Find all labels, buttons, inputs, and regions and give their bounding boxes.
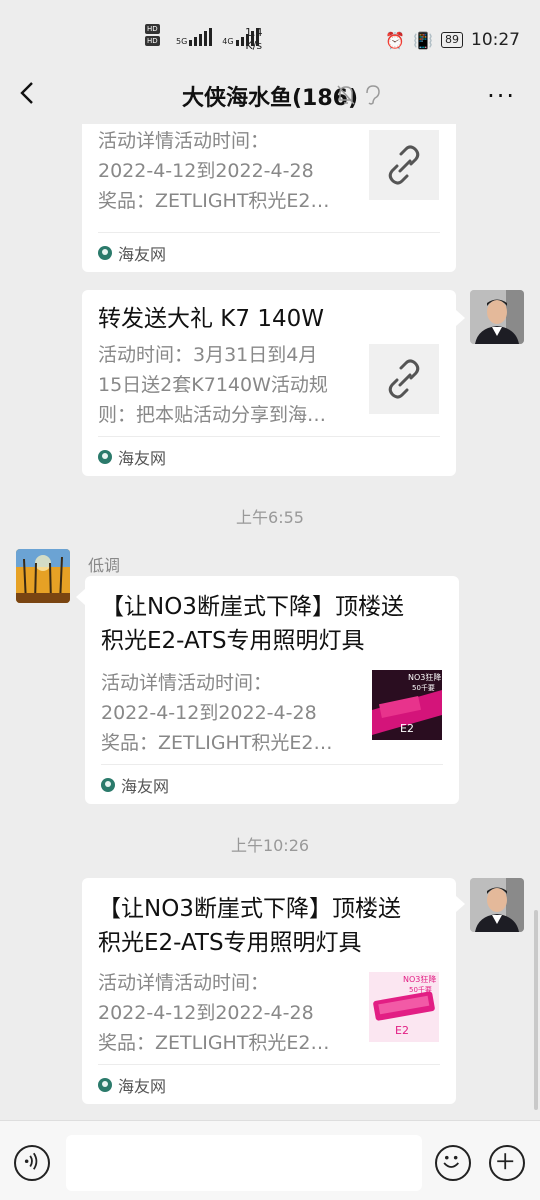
source-logo-icon xyxy=(98,245,112,260)
svg-text:NO3狂降: NO3狂降 xyxy=(408,672,441,682)
avatar[interactable] xyxy=(470,290,524,344)
link-icon xyxy=(388,359,420,399)
chat-title: 大侠海水鱼(186) xyxy=(181,86,359,111)
svg-text:E2: E2 xyxy=(400,722,414,735)
add-attachment-icon[interactable] xyxy=(489,1145,525,1181)
bubble-tail xyxy=(76,589,85,605)
svg-text:NO3狂降: NO3狂降 xyxy=(403,974,436,984)
timestamp: 上午6:55 xyxy=(236,508,304,527)
card-source: 海友网 xyxy=(98,1064,440,1104)
chat-header: 大侠海水鱼(186) ··· xyxy=(0,68,540,122)
more-options-icon[interactable]: ··· xyxy=(487,82,516,110)
card-source: 海友网 xyxy=(101,764,443,804)
vibrate-icon: 📳 xyxy=(413,30,433,50)
clock: 10:27 xyxy=(471,30,520,50)
source-logo-icon xyxy=(98,1077,112,1092)
link-card-message[interactable]: 活动详情活动时间： 2022-4-12到2022-4-28 奖品：ZETLIGH… xyxy=(82,124,456,272)
svg-text:50千要: 50千要 xyxy=(412,683,435,692)
emoji-icon[interactable] xyxy=(435,1145,471,1181)
link-card-message[interactable]: 【让NO3断崖式下降】顶楼送 积光E2-ATS专用照明灯具 活动详情活动时间： … xyxy=(85,576,459,804)
input-bar xyxy=(0,1120,540,1200)
bubble-tail xyxy=(456,310,465,326)
message-list[interactable]: 活动详情活动时间： 2022-4-12到2022-4-28 奖品：ZETLIGH… xyxy=(0,124,540,1120)
avatar[interactable] xyxy=(16,549,70,603)
sender-name: 低调 xyxy=(88,556,121,575)
voice-input-icon[interactable] xyxy=(14,1145,50,1181)
source-logo-icon xyxy=(98,449,112,464)
source-logo-icon xyxy=(101,777,115,792)
network-speed: 1.4 K/s xyxy=(245,26,263,52)
mute-bell-icon xyxy=(337,85,355,105)
avatar[interactable] xyxy=(470,878,524,932)
card-title: 转发送大礼 K7 140W xyxy=(98,306,324,332)
bubble-tail xyxy=(456,896,465,912)
card-source: 海友网 xyxy=(98,436,440,476)
link-thumbnail xyxy=(369,130,439,200)
alarm-icon: ⏰ xyxy=(385,30,406,50)
link-icon xyxy=(388,145,420,185)
promo-thumbnail: NO3狂降 50千要 E2 xyxy=(369,972,439,1042)
promo-thumbnail: NO3狂降 50千要 E2 xyxy=(372,670,442,740)
network-type-1: 5G xyxy=(176,37,188,46)
timestamp: 上午10:26 xyxy=(230,836,310,855)
message-input[interactable] xyxy=(66,1135,422,1191)
earpiece-icon xyxy=(366,85,380,105)
link-card-message[interactable]: 转发送大礼 K7 140W 活动时间：3月31日到4月 15日送2套K7140W… xyxy=(82,290,456,476)
card-source: 海友网 xyxy=(98,232,440,272)
hd-indicator: HD HD xyxy=(145,24,160,46)
battery-indicator: 89 xyxy=(441,32,463,48)
network-type-2: 4G xyxy=(222,37,234,46)
link-thumbnail xyxy=(369,344,439,414)
scrollbar[interactable] xyxy=(534,910,538,1110)
link-card-message[interactable]: 【让NO3断崖式下降】顶楼送 积光E2-ATS专用照明灯具 活动详情活动时间： … xyxy=(82,878,456,1104)
svg-text:50千要: 50千要 xyxy=(409,985,432,994)
signal-icon xyxy=(189,28,213,46)
svg-text:E2: E2 xyxy=(395,1024,409,1037)
